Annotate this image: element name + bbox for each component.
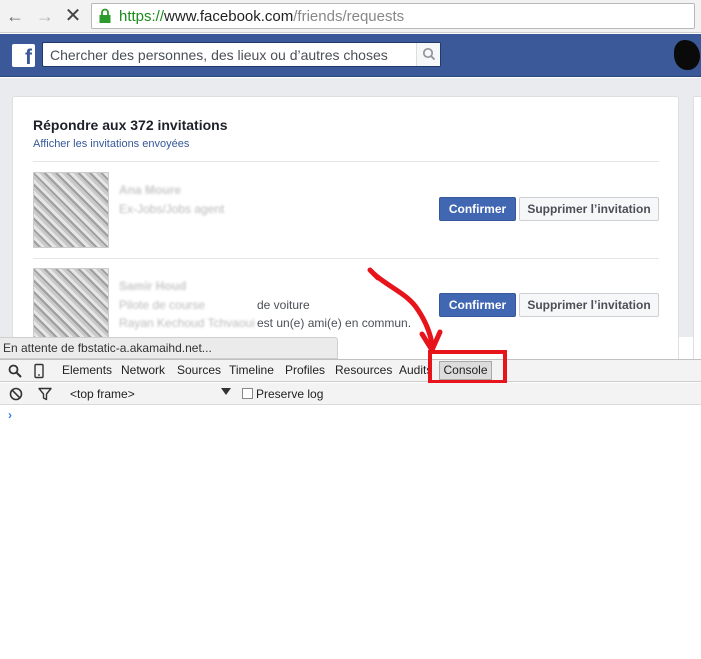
lock-icon [99,8,111,23]
tab-sources[interactable]: Sources [177,363,221,377]
browser-toolbar: ← → ✕ https://www.facebook.com/friends/r… [0,0,701,33]
friend-requests-card: Répondre aux 372 invitations Afficher le… [12,96,679,366]
url-text: https://www.facebook.com/friends/request… [119,8,404,25]
page-title: Répondre aux 372 invitations [33,117,228,133]
back-arrow-icon[interactable]: ← [4,5,26,27]
request-profile-photo[interactable] [33,268,109,344]
device-mode-icon[interactable] [31,363,47,379]
tab-audits[interactable]: Audits [399,363,429,377]
search-button[interactable] [416,43,440,66]
divider [33,258,659,259]
facebook-logo[interactable]: f [12,44,35,67]
sent-invitations-link[interactable]: Afficher les invitations envoyées [33,138,189,150]
url-path: /friends/requests [293,8,405,25]
devtools-tab-bar: Elements Network Sources Timeline Profil… [0,359,701,382]
request-profile-photo[interactable] [33,172,109,248]
url-host: www.facebook.com [164,8,294,25]
loading-status: En attente de fbstatic-a.akamaihd.net... [0,337,338,359]
confirm-button[interactable]: Confirmer [439,197,516,221]
console-output[interactable]: › [0,406,701,659]
url-scheme: https:// [119,8,165,25]
request-name[interactable]: Ana Moure [119,183,181,197]
red-arrow-annotation [367,267,443,353]
request-subtitle: de voiture [257,298,310,312]
clear-console-icon[interactable] [8,386,24,402]
facebook-header: f Chercher des personnes, des lieux ou d… [0,34,701,77]
redacted-avatar [674,40,700,70]
mutual-friend-blurred: Rayan Kechoud Tchvaoui [119,316,255,330]
filter-icon[interactable] [37,386,53,402]
right-column-card [693,96,701,366]
delete-invitation-button[interactable]: Supprimer l’invitation [519,197,659,221]
forward-arrow-icon[interactable]: → [34,5,56,27]
console-prompt[interactable]: › [8,408,12,422]
red-highlight-box [428,350,507,384]
chevron-down-icon[interactable] [221,388,231,395]
tab-elements[interactable]: Elements [62,363,112,377]
tab-network[interactable]: Network [121,363,165,377]
request-subtitle: Ex-Jobs/Jobs agent [119,202,225,216]
tab-resources[interactable]: Resources [335,363,392,377]
preserve-log-label: Preserve log [256,387,324,401]
console-toolbar: <top frame> Preserve log [0,383,701,405]
request-subtitle-blurred: Pilote de course [119,298,206,312]
stop-loading-icon[interactable]: ✕ [62,5,84,27]
inspect-search-icon[interactable] [7,363,23,379]
divider [33,161,659,162]
search-box[interactable]: Chercher des personnes, des lieux ou d’a… [42,42,441,67]
address-bar[interactable]: https://www.facebook.com/friends/request… [91,3,695,29]
search-icon [422,47,436,61]
frame-select[interactable]: <top frame> [70,387,135,401]
tab-timeline[interactable]: Timeline [229,363,274,377]
request-name[interactable]: Samir Houd [119,279,186,293]
preserve-log-checkbox[interactable] [242,388,253,399]
tab-profiles[interactable]: Profiles [285,363,325,377]
search-input[interactable]: Chercher des personnes, des lieux ou d’a… [50,47,388,63]
delete-invitation-button[interactable]: Supprimer l’invitation [519,293,659,317]
